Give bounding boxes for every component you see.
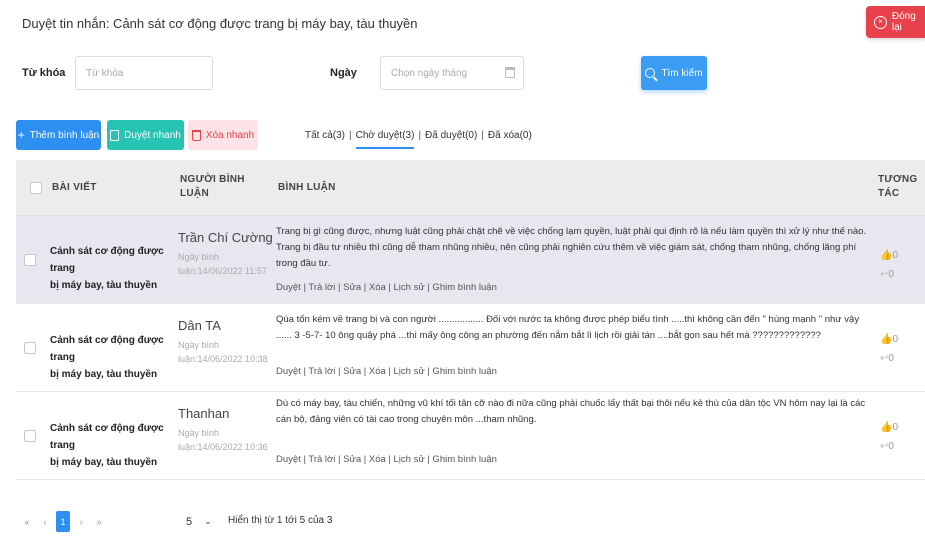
tab-pending[interactable]: Chờ duyệt(3) [355, 130, 415, 149]
close-icon: × [874, 15, 887, 29]
quick-delete-label: Xóa nhanh [205, 129, 255, 141]
date-placeholder: Chọn ngày tháng [391, 67, 468, 79]
comment-date: Ngày bình luận:14/06/2022 10:38 [178, 340, 268, 364]
keyword-label: Từ khóa [22, 67, 66, 79]
select-all-checkbox[interactable] [30, 182, 42, 194]
first-page-button[interactable]: « [20, 511, 34, 532]
date-input[interactable]: Chọn ngày tháng [380, 56, 524, 90]
page-size-select[interactable]: 5 ⌄ [186, 516, 212, 528]
header-author-line1: NGƯỜI BÌNH [180, 174, 245, 185]
next-page-button[interactable]: › [74, 511, 88, 532]
tab-deleted[interactable]: Đã xóa(0) [488, 130, 532, 149]
keyword-placeholder: Từ khóa [86, 67, 124, 79]
trash-icon [191, 129, 201, 141]
last-page-button[interactable]: » [92, 511, 106, 532]
header-author: NGƯỜI BÌNH LUẬN [180, 173, 245, 201]
post-title[interactable]: Cảnh sát cơ động được trang bị máy bay, … [50, 420, 175, 471]
close-button[interactable]: × Đóng lại [866, 6, 925, 38]
table-header: BÀI VIẾT NGƯỜI BÌNH LUẬN BÌNH LUẬN TƯƠNG… [16, 160, 925, 216]
post-title[interactable]: Cảnh sát cơ động được trang bị máy bay, … [50, 243, 175, 294]
author-name: Dân TA [178, 318, 221, 333]
quick-delete-button[interactable]: Xóa nhanh [188, 120, 258, 150]
clipboard-icon [110, 129, 120, 141]
table-row: Cảnh sát cơ động được trang bị máy bay, … [16, 216, 925, 304]
quick-approve-button[interactable]: Duyệt nhanh [107, 120, 184, 150]
header-react-line2: TÁC [878, 188, 900, 199]
comment-text: Trang bị gì cũng được, nhưng luật cũng p… [276, 226, 867, 269]
tab-approved[interactable]: Đã duyệt(0) [425, 130, 477, 149]
reactions: 👍0 ↩0 [880, 422, 899, 452]
search-icon [645, 68, 656, 78]
date-label: Ngày [330, 67, 357, 79]
comment-text: Qúa tốn kém về trang bị và con người ...… [276, 314, 860, 341]
prev-page-button[interactable]: ‹ [38, 511, 52, 532]
search-button[interactable]: Tìm kiếm [641, 56, 707, 90]
comment-actions[interactable]: Duyệt | Trả lời | Sửa | Xóa | Lịch sử | … [276, 366, 497, 377]
row-checkbox[interactable] [24, 254, 36, 266]
row-checkbox[interactable] [24, 430, 36, 442]
like-icon[interactable]: 👍 [880, 250, 892, 261]
pagination-info: Hiển thị từ 1 tới 5 của 3 [228, 515, 333, 526]
keyword-input[interactable]: Từ khóa [75, 56, 213, 90]
like-icon[interactable]: 👍 [880, 422, 892, 433]
quick-approve-label: Duyệt nhanh [124, 129, 181, 141]
tab-all[interactable]: Tất cả(3) [305, 130, 345, 149]
chevron-down-icon: ⌄ [204, 516, 212, 526]
page-1-button[interactable]: 1 [56, 511, 70, 532]
add-comment-button[interactable]: + Thêm bình luận [16, 120, 101, 150]
reactions: 👍0 ↩0 [880, 250, 899, 280]
comment-text: Dù có máy bay, tàu chiến, những vũ khí t… [276, 398, 866, 425]
table-row: Cảnh sát cơ động được trang bị máy bay, … [16, 392, 925, 480]
comments-table: BÀI VIẾT NGƯỜI BÌNH LUẬN BÌNH LUẬN TƯƠNG… [16, 160, 925, 480]
header-author-line2: LUẬN [180, 188, 209, 199]
calendar-icon [505, 67, 515, 78]
reactions: 👍0 ↩0 [880, 334, 899, 364]
page-title: Duyệt tin nhắn: Cảnh sát cơ động được tr… [22, 16, 418, 31]
author-name: Thanhan [178, 406, 230, 421]
header-post: BÀI VIẾT [52, 182, 97, 193]
status-tabs: Tất cả(3) | Chờ duyệt(3) | Đã duyệt(0) |… [305, 130, 532, 149]
header-comment: BÌNH LUẬN [278, 182, 336, 193]
close-label: Đóng lại [891, 11, 916, 33]
comment-actions[interactable]: Duyệt | Trả lời | Sửa | Xóa | Lịch sử | … [276, 454, 497, 465]
plus-icon: + [17, 128, 25, 142]
post-title[interactable]: Cảnh sát cơ động được trang bị máy bay, … [50, 332, 175, 383]
search-label: Tìm kiếm [661, 67, 703, 79]
table-row: Cảnh sát cơ động được trang bị máy bay, … [16, 304, 925, 392]
row-checkbox[interactable] [24, 342, 36, 354]
header-react-line1: TƯƠNG [878, 174, 918, 185]
comment-date: Ngày bình luận:14/06/2022 11:57 [178, 252, 267, 276]
comment-actions[interactable]: Duyệt | Trả lời | Sửa | Xóa | Lịch sử | … [276, 282, 497, 293]
like-icon[interactable]: 👍 [880, 334, 892, 345]
page-size-value: 5 [186, 516, 193, 528]
header-interaction: TƯƠNG TÁC [878, 173, 917, 201]
author-name: Trần Chí Cường [178, 230, 273, 245]
comment-date: Ngày bình luận:14/06/2022 10:36 [178, 428, 268, 452]
add-comment-label: Thêm bình luận [29, 129, 100, 141]
pagination: « ‹ 1 › » [20, 511, 106, 532]
